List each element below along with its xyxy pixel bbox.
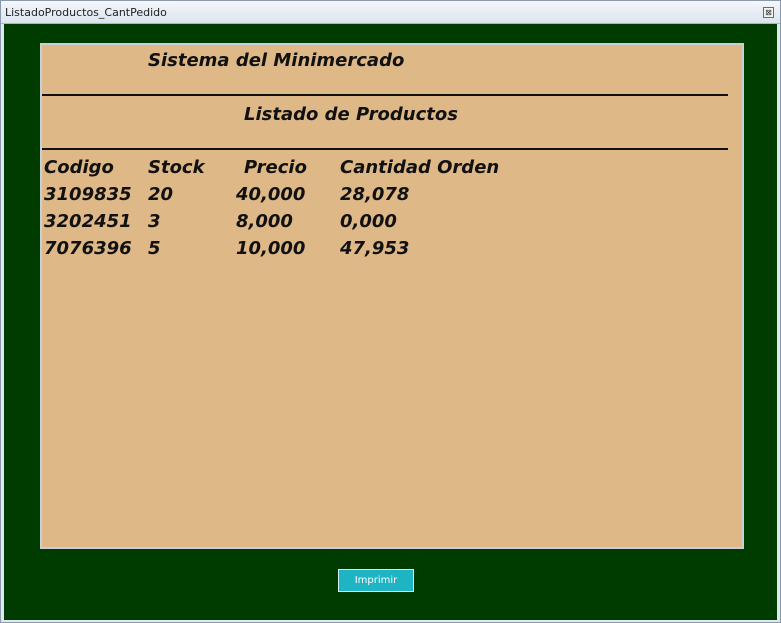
system-title: Sistema del Minimercado — [148, 50, 405, 71]
divider-bottom — [42, 148, 728, 150]
report-panel: Sistema del Minimercado Listado de Produ… — [40, 43, 744, 549]
row-3-stock: 5 — [148, 238, 161, 259]
column-header-stock: Stock — [148, 157, 205, 178]
row-2-stock: 3 — [148, 211, 161, 232]
row-3-precio: 10,000 — [236, 238, 306, 259]
client-area: Sistema del Minimercado Listado de Produ… — [4, 24, 777, 620]
app-window: ListadoProductos_CantPedido ⊠ Sistema de… — [0, 0, 781, 623]
divider-top — [42, 94, 728, 96]
row-2-cantidad: 0,000 — [340, 211, 397, 232]
row-1-precio: 40,000 — [236, 184, 306, 205]
column-header-codigo: Codigo — [44, 157, 114, 178]
row-1-cantidad: 28,078 — [340, 184, 410, 205]
title-bar: ListadoProductos_CantPedido ⊠ — [1, 1, 780, 24]
row-2-precio: 8,000 — [236, 211, 293, 232]
close-icon[interactable]: ⊠ — [763, 7, 774, 18]
row-2-codigo: 3202451 — [44, 211, 132, 232]
print-button[interactable]: Imprimir — [338, 569, 414, 592]
row-1-stock: 20 — [148, 184, 174, 205]
window-title: ListadoProductos_CantPedido — [5, 6, 167, 19]
column-header-precio: Precio — [244, 157, 307, 178]
row-3-codigo: 7076396 — [44, 238, 132, 259]
list-title: Listado de Productos — [244, 104, 458, 125]
row-1-codigo: 3109835 — [44, 184, 132, 205]
row-3-cantidad: 47,953 — [340, 238, 410, 259]
column-header-cantidad: Cantidad Orden — [340, 157, 500, 178]
